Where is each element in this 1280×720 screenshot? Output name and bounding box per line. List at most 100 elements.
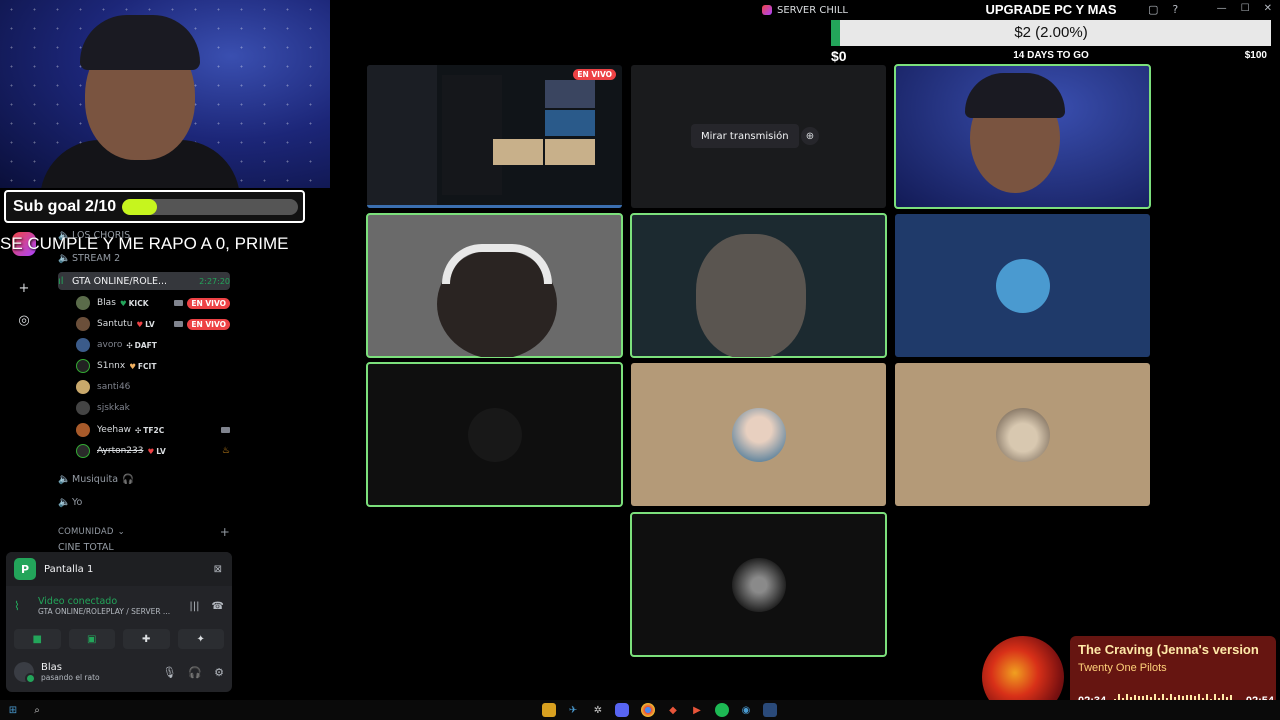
voice-channel[interactable]: GTA ONLINE/ROLEPLAY / SERVER ... bbox=[38, 607, 170, 616]
avatar bbox=[995, 407, 1050, 462]
activities-button[interactable]: ✚ bbox=[123, 629, 170, 649]
channel-musiquita[interactable]: 🔈 Musiquita 🎧 bbox=[58, 470, 230, 488]
screen-share-bar[interactable]: P Pantalla 1 ⊠ bbox=[6, 552, 232, 586]
channel-label: Musiquita bbox=[72, 473, 119, 485]
avatar bbox=[731, 407, 786, 462]
voice-user-yeehaw[interactable]: Yeehaw ✣ TF2C bbox=[76, 421, 230, 439]
channel-label: Yo bbox=[72, 496, 83, 508]
channel-label: CINE TOTAL bbox=[58, 542, 114, 552]
video-tile-avatar-photo[interactable] bbox=[631, 363, 886, 506]
windows-start-icon[interactable]: ⊞ bbox=[6, 703, 20, 717]
user-tag: ✣ DAFT bbox=[126, 340, 157, 350]
user-name: avoro bbox=[97, 340, 123, 350]
spotify-icon[interactable] bbox=[715, 703, 729, 717]
signal-icon: ⌇ bbox=[14, 599, 20, 613]
voice-user-sjskkak[interactable]: sjskkak bbox=[76, 399, 230, 417]
current-user-status: pasando el rato bbox=[41, 673, 100, 682]
avatar bbox=[76, 401, 90, 415]
voice-connection: ⌇ Video conectado GTA ONLINE/ROLEPLAY / … bbox=[14, 596, 224, 616]
song-title: The Craving (Jenna's version bbox=[1078, 642, 1259, 657]
microphone-icon[interactable]: 🎙 bbox=[162, 666, 176, 679]
user-name: Yeehaw bbox=[97, 425, 131, 435]
sub-goal-widget: Sub goal 2/10 bbox=[4, 190, 305, 223]
voice-user-santutu[interactable]: Santutu ♥ LV EN VIVO bbox=[76, 315, 230, 333]
stream-tile-watch[interactable]: Mirar transmisión ⊕ bbox=[631, 65, 886, 208]
avatar bbox=[76, 317, 90, 331]
user-name: Santutu bbox=[97, 319, 133, 329]
speaker-icon: 🔈 bbox=[58, 473, 71, 485]
add-server-icon[interactable]: + bbox=[14, 278, 34, 298]
channel-list: 🔈 LOS CHORIS 🔈 STREAM 2 ıl GTA ONLINE/RO… bbox=[52, 224, 234, 554]
video-tile-avatar-statue[interactable] bbox=[630, 512, 887, 657]
channel-label: GTA ONLINE/ROLE... bbox=[72, 275, 168, 287]
streamer-webcam bbox=[0, 0, 330, 188]
user-tag: ♥ LV bbox=[136, 319, 155, 329]
chrome-icon[interactable] bbox=[641, 703, 655, 717]
share-screen-button[interactable]: ▣ bbox=[68, 629, 115, 649]
add-channel-icon[interactable]: + bbox=[220, 525, 230, 539]
voice-user-avoro[interactable]: avoro ✣ DAFT bbox=[76, 336, 230, 354]
song-artist: Twenty One Pilots bbox=[1078, 662, 1167, 674]
channel-cine-total[interactable]: CINE TOTAL bbox=[58, 542, 230, 552]
user-tag: ♥ KICK bbox=[119, 298, 149, 308]
popout-icon[interactable]: ⊕ bbox=[801, 127, 819, 145]
channel-yo[interactable]: 🔈 Yo bbox=[58, 493, 230, 511]
video-tile-dark-room[interactable] bbox=[630, 213, 887, 358]
donation-max: $100 bbox=[1244, 50, 1267, 61]
file-explorer-icon[interactable] bbox=[542, 703, 556, 717]
user-tag: ♥ LV bbox=[147, 446, 166, 456]
channel-gta-online[interactable]: ıl GTA ONLINE/ROLE... 2:27:20 bbox=[58, 272, 230, 290]
sub-goal-bar bbox=[122, 198, 299, 215]
camera-icon bbox=[221, 427, 230, 433]
media-icon[interactable]: ▶ bbox=[690, 703, 704, 717]
video-tile-avatar-dark[interactable] bbox=[366, 362, 623, 507]
speaker-icon: 🔈 bbox=[58, 252, 71, 264]
voice-user-santi46[interactable]: santi46 bbox=[76, 378, 230, 396]
avatar bbox=[76, 380, 90, 394]
discover-icon[interactable]: ◎ bbox=[14, 310, 34, 330]
settings-icon[interactable]: ✲ bbox=[591, 703, 605, 717]
disconnect-icon[interactable]: ☎ bbox=[212, 601, 224, 612]
avatar bbox=[731, 557, 786, 612]
stream-tile-screen-share[interactable]: EN VIVO bbox=[367, 65, 622, 208]
screen-share-label: Pantalla 1 bbox=[44, 563, 94, 575]
user-name: santi46 bbox=[97, 382, 131, 392]
user-tag: ♥ FCIT bbox=[129, 361, 157, 371]
video-tile-streamer[interactable] bbox=[894, 64, 1151, 209]
camera-icon bbox=[174, 321, 184, 327]
sub-goal-label: Sub goal 2/10 bbox=[13, 197, 117, 215]
steam-icon[interactable] bbox=[763, 703, 777, 717]
app-icon[interactable]: ◉ bbox=[739, 703, 753, 717]
user-name: Blas bbox=[97, 298, 116, 308]
soundboard-button[interactable]: ✦ bbox=[177, 629, 224, 649]
video-tile-avatar-blue[interactable] bbox=[895, 214, 1150, 357]
speaker-active-icon: ıl bbox=[58, 275, 64, 287]
noise-suppression-icon[interactable]: ||| bbox=[189, 601, 199, 612]
voice-status[interactable]: Video conectado bbox=[38, 596, 170, 607]
avatar[interactable] bbox=[14, 662, 36, 684]
video-tile-headphones[interactable] bbox=[366, 213, 623, 358]
category-comunidad[interactable]: COMUNIDAD ⌄ + bbox=[58, 524, 230, 540]
video-tile-avatar-hedgehog[interactable] bbox=[895, 363, 1150, 506]
camera-button[interactable]: ■ bbox=[14, 629, 61, 649]
avatar bbox=[76, 444, 90, 458]
channel-label: STREAM 2 bbox=[72, 252, 121, 264]
close-screen-icon[interactable]: ⊠ bbox=[214, 564, 222, 575]
watch-stream-button[interactable]: Mirar transmisión bbox=[691, 124, 799, 148]
voice-user-ayrton233[interactable]: Ayrton233 ♥ LV ♨ bbox=[76, 442, 230, 460]
gear-icon[interactable]: ⚙ bbox=[214, 666, 224, 679]
headphones-icon[interactable]: 🎧 bbox=[188, 666, 202, 679]
discord-icon[interactable] bbox=[615, 703, 629, 717]
brave-icon[interactable]: ◆ bbox=[666, 703, 680, 717]
app-icon[interactable]: ✈ bbox=[566, 703, 580, 717]
voice-user-s1nnx[interactable]: S1nnx ♥ FCIT bbox=[76, 357, 230, 375]
speaker-icon: 🔈 bbox=[58, 496, 71, 508]
donation-days-left: 14 DAYS TO GO bbox=[1013, 50, 1089, 61]
voice-user-blas[interactable]: Blas ♥ KICK EN VIVO bbox=[76, 294, 230, 312]
screen-icon: P bbox=[14, 558, 36, 580]
avatar bbox=[76, 338, 90, 352]
search-icon[interactable]: ⌕ bbox=[30, 703, 44, 717]
avatar bbox=[76, 423, 90, 437]
current-user-name[interactable]: Blas bbox=[41, 662, 100, 673]
voice-panel: P Pantalla 1 ⊠ ⌇ Video conectado GTA ONL… bbox=[6, 552, 232, 692]
